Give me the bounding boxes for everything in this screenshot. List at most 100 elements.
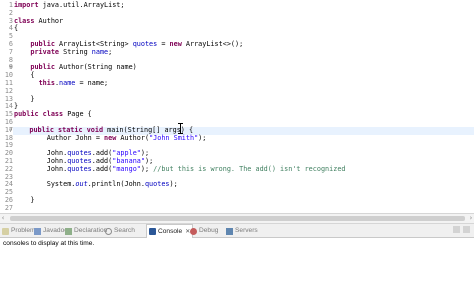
code-token: public xyxy=(29,125,54,134)
code-line[interactable]: { xyxy=(14,24,474,33)
code-line[interactable]: public Author(String name) xyxy=(14,63,474,72)
code-token: John. xyxy=(14,164,68,173)
code-token: public xyxy=(30,63,55,72)
code-token: public xyxy=(14,110,39,119)
code-token: class xyxy=(14,16,35,25)
code-token: quotes xyxy=(67,149,92,158)
tab-javadoc[interactable]: Javadoc xyxy=(34,225,68,237)
code-token: } xyxy=(14,196,35,204)
code-token: { xyxy=(14,24,19,33)
code-line[interactable]: System.out.println(John.quotes); xyxy=(14,180,474,189)
code-token: ; xyxy=(108,47,113,56)
code-token: class xyxy=(42,110,64,119)
code-token: System. xyxy=(14,180,76,189)
code-token: .add( xyxy=(91,157,113,165)
code-token: ); xyxy=(198,133,207,142)
code-token: private xyxy=(30,47,60,56)
tab-label: Servers xyxy=(235,227,258,234)
code-line[interactable]: private String name; xyxy=(14,47,474,57)
tab-debug[interactable]: Debug xyxy=(190,225,218,237)
console-toolbar-icon[interactable] xyxy=(453,226,460,233)
code-token: ); xyxy=(140,149,150,158)
tab-label: Declaration xyxy=(74,227,108,234)
code-token: String xyxy=(59,47,92,56)
code-token: John. xyxy=(14,157,68,165)
code-token: .println(John. xyxy=(87,180,145,189)
problems-icon xyxy=(2,227,9,235)
code-editor[interactable]: 1 2 3 4 5 6 7 8 9 ⊖ 10 11 12 13 14 15 16 17 ⊖ 18 19 20 21 22 23 2… xyxy=(0,0,474,224)
code-line[interactable]: public class Page { xyxy=(14,110,474,119)
code-token: static xyxy=(58,125,83,134)
tab-search[interactable]: Search xyxy=(105,225,135,237)
code-token: quotes xyxy=(144,180,170,189)
code-token: = xyxy=(157,40,170,48)
console-message: consoles to display at this time. xyxy=(3,240,95,247)
code-token: .add( xyxy=(91,149,113,158)
code-token: name xyxy=(59,79,76,87)
code-token: ); xyxy=(140,164,154,173)
code-line[interactable]: this.name = name; xyxy=(14,79,474,88)
tab-label: Javadoc xyxy=(43,227,68,234)
code-token: } xyxy=(14,102,19,111)
code-token: = name; xyxy=(75,79,109,87)
code-token: new xyxy=(169,40,182,48)
servers-icon xyxy=(226,227,233,235)
code-token: "banana" xyxy=(112,157,145,165)
code-token: "John Smith" xyxy=(149,133,199,142)
console-icon xyxy=(149,228,156,235)
tab-label: Debug xyxy=(199,227,219,234)
console-toolbar-icon[interactable] xyxy=(463,226,470,233)
code-token: quotes xyxy=(67,164,92,173)
code-line[interactable]: import java.util.ArrayList; xyxy=(14,1,474,10)
javadoc-icon xyxy=(34,227,41,235)
console-toolbar xyxy=(453,226,470,233)
code-line[interactable]: Author John = new Author("John Smith"); xyxy=(14,133,474,143)
code-token: Page { xyxy=(63,110,92,119)
code-token: Author( xyxy=(116,133,150,142)
code-token: out xyxy=(75,180,88,189)
code-token: Author xyxy=(34,16,64,25)
tab-console[interactable]: Console ✕ xyxy=(146,224,194,238)
code-token: java.util.ArrayList; xyxy=(38,1,125,9)
code-token: ArrayList<>(); xyxy=(181,40,244,48)
debug-icon xyxy=(190,227,197,235)
code-token: ); xyxy=(144,157,154,165)
text-cursor-icon xyxy=(178,123,184,134)
scrollbar-thumb[interactable] xyxy=(10,216,465,221)
code-token: ArrayList<String> xyxy=(54,40,133,48)
search-icon xyxy=(105,227,112,235)
code-token: quotes xyxy=(132,40,158,48)
code-token: { xyxy=(14,71,35,80)
code-token: void xyxy=(86,125,104,134)
code-line[interactable]: } xyxy=(14,196,474,205)
code-token: quotes xyxy=(67,157,92,165)
declaration-icon xyxy=(65,227,72,235)
tab-servers[interactable]: Servers xyxy=(226,225,258,237)
code-token: //but this is wrong. The add() isn't rec… xyxy=(153,164,346,173)
code-area[interactable]: import java.util.ArrayList; class Author{… xyxy=(13,0,474,224)
bottom-panel-tabbar: Problems Javadoc Declaration Search Console ✕… xyxy=(0,224,474,238)
horizontal-scrollbar[interactable]: ‹ › xyxy=(0,213,474,224)
code-token: Author(String name) xyxy=(54,63,137,72)
code-token: name xyxy=(91,47,109,56)
code-token: "mango" xyxy=(112,164,141,173)
scroll-right-icon[interactable]: › xyxy=(469,214,473,223)
code-token: } xyxy=(14,94,35,103)
code-token: public xyxy=(30,40,55,48)
code-token: .add( xyxy=(91,164,113,173)
scroll-left-icon[interactable]: ‹ xyxy=(1,214,5,223)
code-line[interactable]: } xyxy=(14,94,474,104)
code-token: ); xyxy=(169,180,178,189)
code-line[interactable]: class Author xyxy=(14,16,474,26)
code-token: new xyxy=(104,133,117,142)
tab-declaration[interactable]: Declaration xyxy=(65,225,107,237)
tab-label: Search xyxy=(114,227,135,234)
line-number-gutter: 1 2 3 4 5 6 7 8 9 ⊖ 10 11 12 13 14 15 16 17 ⊖ 18 19 20 21 22 23 2… xyxy=(0,0,14,224)
code-line[interactable]: John.quotes.add("mango"); //but this is … xyxy=(14,164,474,174)
line-number: 27 xyxy=(4,203,13,212)
code-token: this xyxy=(38,79,55,87)
